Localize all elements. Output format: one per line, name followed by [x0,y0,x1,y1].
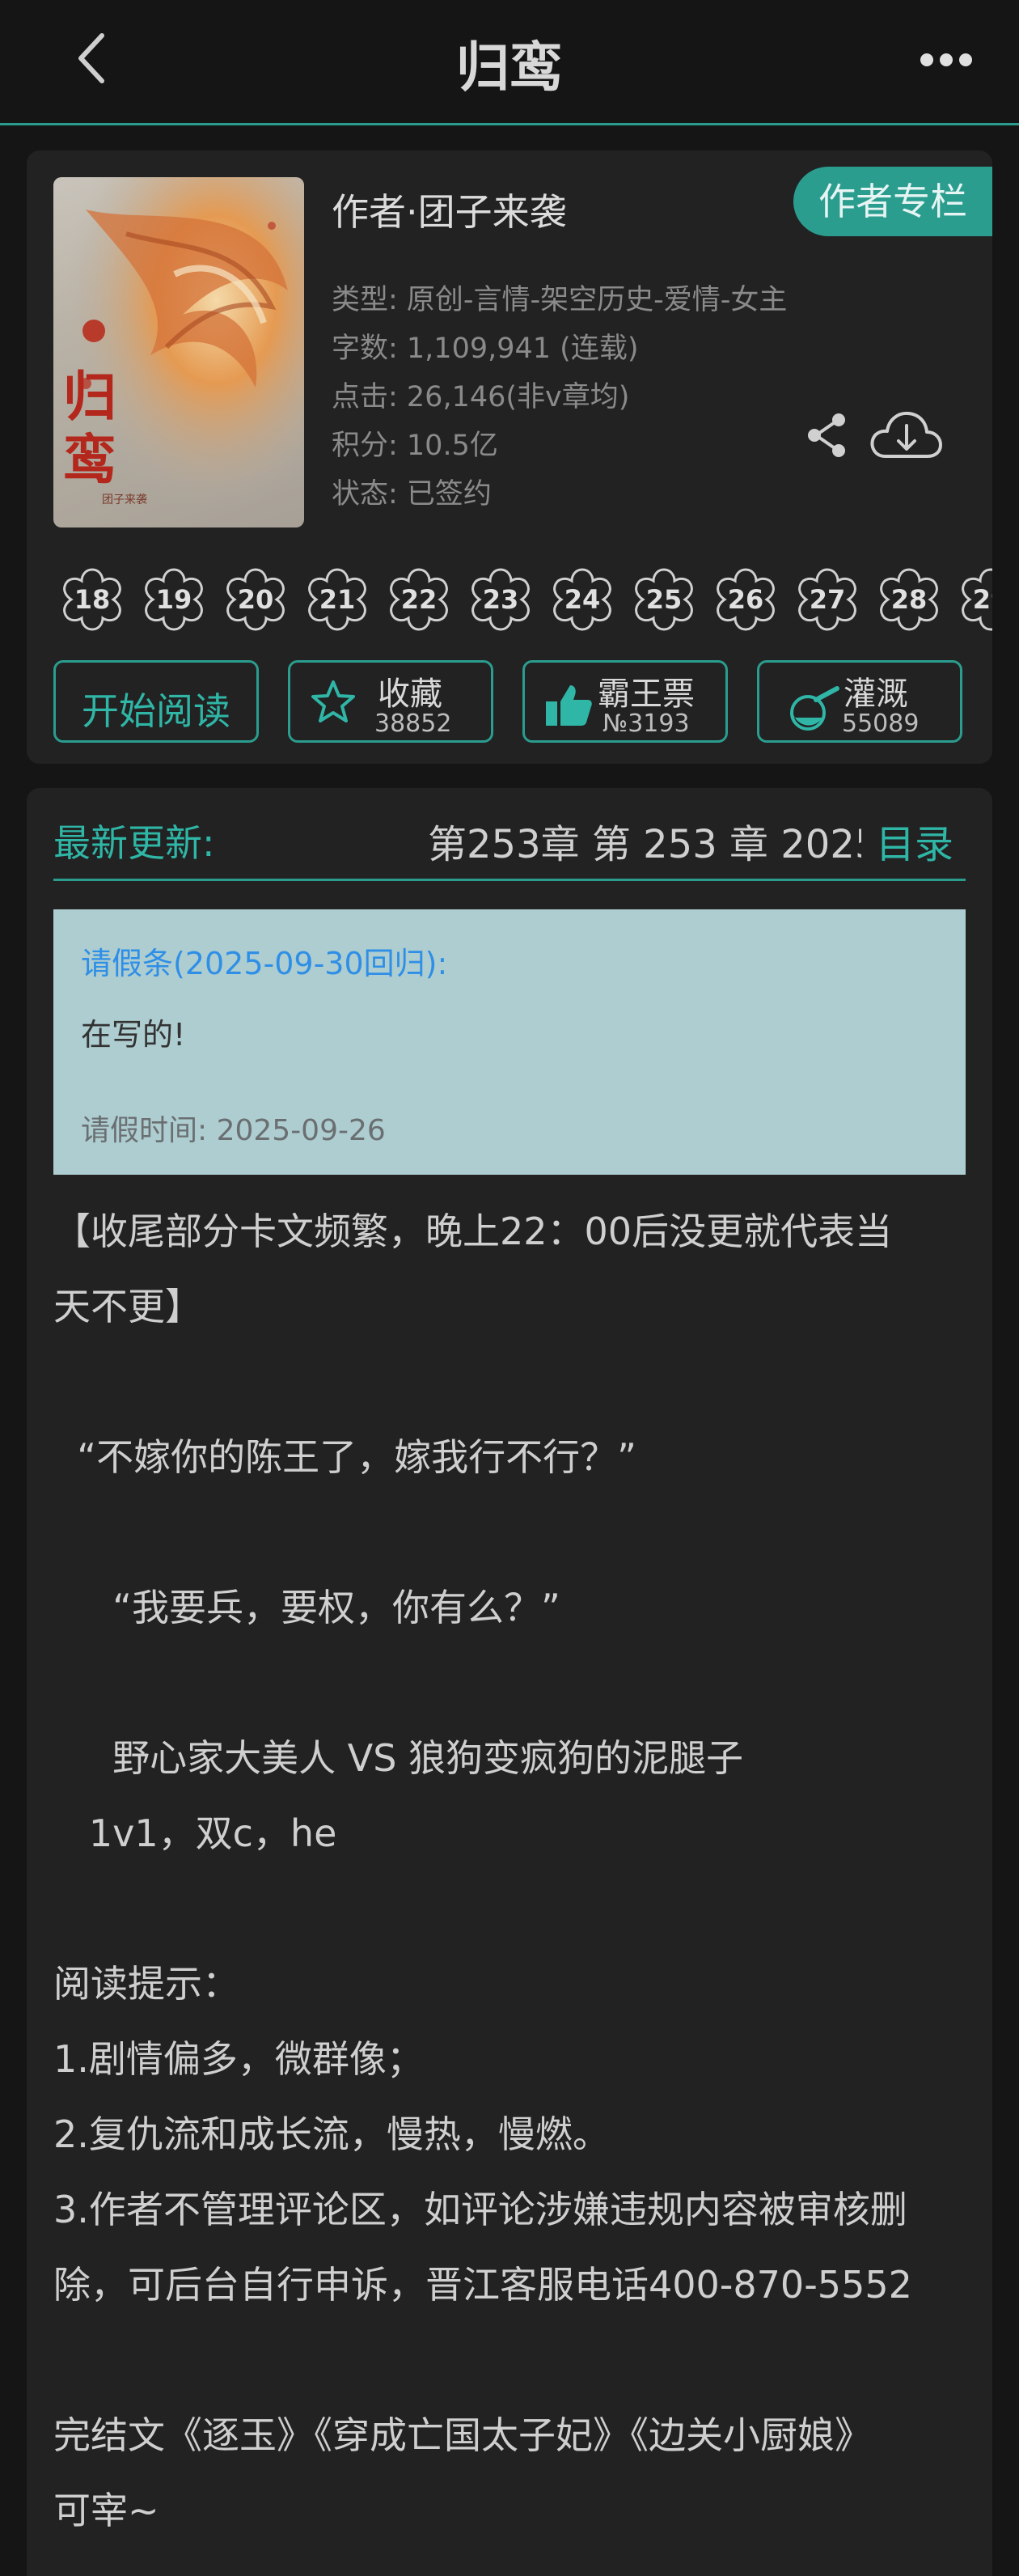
description-line: 天不更】 [53,1285,202,1328]
page-title: 归鸾 [456,36,563,99]
level-badge[interactable]: 18 [57,565,127,634]
cover-author: 团子来袭 [102,494,147,506]
description-line [53,1646,975,1721]
level-badge[interactable]: 19 [139,565,209,634]
badge-number: 26 [727,584,764,615]
meta-score: 积分: 10.5亿 [332,430,498,462]
author-column-button[interactable]: 作者专栏 [793,167,992,236]
favorite-button[interactable]: 收藏 38852 [288,660,493,743]
badge-number: 18 [74,584,111,615]
description-line: “不嫁你的陈王了，嫁我行不行？” [53,1435,636,1479]
leave-content: 在写的! [81,1017,186,1053]
book-detail-card: 最新更新: 第253章 第 253 章 2025 目录 请假条(2025-09-… [27,788,992,2576]
bawang-label: 霸王票 [598,676,695,713]
level-badge[interactable]: 20 [221,565,290,634]
description-line [53,1871,975,1947]
level-badge[interactable]: 28 [874,565,944,634]
description-line: 完结文《逐玉》《穿成亡国太子妃》《边关小厨娘》 [53,2413,872,2457]
description-line [53,1495,975,1570]
bawang-rank: №3193 [603,710,690,738]
start-reading-label: 开始阅读 [82,689,230,733]
description-line: “我要兵，要权，你有么？” [53,1586,560,1629]
badge-number: 20 [237,584,274,615]
badge-row: 18 19 20 21 22 23 24 25 26 27 28 29 [57,565,992,638]
meta-word-count: 字数: 1,109,941 (连载) [332,333,639,365]
start-reading-button[interactable]: 开始阅读 [53,660,259,743]
star-icon [311,680,355,722]
meta-clicks: 点击: 26,146(非v章均) [332,381,630,413]
badge-number: 22 [400,584,438,615]
description-line: 1v1，双c，he [53,1811,337,1855]
badge-number: 28 [890,584,928,615]
irrigate-label: 灌溉 [844,676,908,713]
badge-number: 29 [972,584,992,615]
favorite-count: 38852 [374,710,452,738]
badge-number: 19 [155,584,192,615]
badge-number: 24 [564,584,601,615]
table-of-contents-button[interactable]: 目录 [876,812,953,869]
favorite-label: 收藏 [378,676,442,713]
nutrient-bottle-icon [790,686,839,731]
description-line: 野心家大美人 VS 狼狗变疯狗的泥腿子 [53,1736,744,1780]
more-button[interactable] [914,44,979,76]
leave-title: 请假条(2025-09-30回归): [81,946,448,981]
description-line: 1.剧情偏多，微群像； [53,2037,424,2081]
level-badge[interactable]: 27 [793,565,862,634]
description-line: 2.复仇流和成长流，慢热，慢燃。 [53,2112,610,2156]
badge-number: 23 [482,584,519,615]
level-badge[interactable]: 26 [711,565,780,634]
description-line: 3.作者不管理评论区，如评论涉嫌违规内容被审核删 [53,2188,907,2231]
level-badge[interactable]: 21 [302,565,372,634]
cloud-download-icon [870,411,942,458]
level-badge[interactable]: 25 [629,565,699,634]
leave-time: 请假时间: 2025-09-26 [81,1114,386,1147]
level-badge[interactable]: 23 [466,565,535,634]
book-info-card: 归鸾 团子来袭 作者专栏 作者·团子来袭 类型: 原创-言情-架空历史-爱情-女… [27,150,992,764]
cover-title: 归鸾 [63,365,116,491]
description-line [53,2323,975,2398]
meta-type: 类型: 原创-言情-架空历史-爱情-女主 [332,284,788,316]
irrigate-count: 55089 [842,710,920,738]
top-bar: 归鸾 [0,0,1019,125]
badge-number: 21 [319,584,356,615]
description-line: 【收尾部分卡文频繁，晚上22：00后没更就代表当 [53,1210,893,1253]
book-cover[interactable]: 归鸾 团子来袭 [53,177,304,527]
level-badge[interactable]: 29 [956,565,992,634]
badge-number: 25 [645,584,683,615]
level-badge[interactable]: 24 [548,565,617,634]
author-name[interactable]: 作者·团子来袭 [332,183,567,236]
divider [53,879,966,881]
latest-chapter-link[interactable]: 第253章 第 253 章 2025 [428,812,861,869]
description-line: 阅读提示： [53,1962,239,2006]
description-line: 除，可后台自行申诉，晋江客服电话400-870-5552 [53,2263,912,2307]
badge-number: 27 [809,584,846,615]
description-line [53,1345,975,1420]
leave-notice: 请假条(2025-09-30回归): 在写的! 请假时间: 2025-09-26 [53,909,966,1175]
thumbs-up-icon [546,685,592,726]
description-line: 可宰~ [53,2489,159,2532]
share-button[interactable] [803,411,852,460]
irrigate-button[interactable]: 灌溉 55089 [757,660,962,743]
book-description: 【收尾部分卡文频繁，晚上22：00后没更就代表当 天不更】 “不嫁你的陈王了，嫁我… [53,1194,975,2548]
download-button[interactable] [868,406,944,464]
share-icon [808,413,845,457]
more-dots-icon [920,53,972,66]
level-badge[interactable]: 22 [384,565,454,634]
latest-update-label: 最新更新: [53,821,215,865]
meta-status: 状态: 已签约 [332,478,492,511]
bawang-ticket-button[interactable]: 霸王票 №3193 [522,660,728,743]
